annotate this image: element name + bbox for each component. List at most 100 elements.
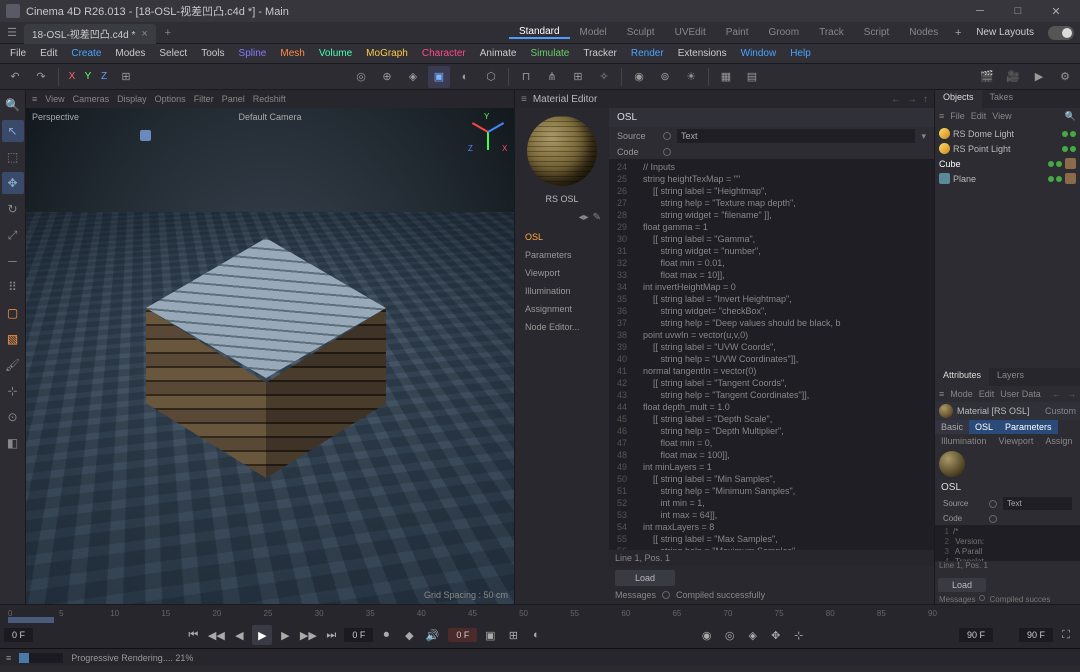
mode-nodes[interactable]: Nodes <box>899 27 948 38</box>
attr-code-editor[interactable]: 1/*2 Version:3 A Parall4 Translat56 Perm… <box>935 525 1080 561</box>
tool-cube-icon[interactable]: ▣ <box>428 66 450 88</box>
attr-tab-basic[interactable]: Basic <box>935 420 969 434</box>
vp-menu-display[interactable]: Display <box>117 94 147 104</box>
tool-12-icon[interactable]: ⊚ <box>654 66 676 88</box>
menu-mograph[interactable]: MoGraph <box>360 48 414 59</box>
source-port-icon[interactable] <box>663 132 671 140</box>
attr-tab-assign[interactable]: Assign <box>1039 434 1078 448</box>
tool-14-icon[interactable]: ▦ <box>715 66 737 88</box>
tab-node-editor[interactable]: Node Editor... <box>519 319 605 335</box>
attr-material-preview[interactable] <box>939 451 965 477</box>
mode-track[interactable]: Track <box>809 27 854 38</box>
menu-tools[interactable]: Tools <box>195 48 230 59</box>
tool-13-icon[interactable]: ☀ <box>680 66 702 88</box>
viewport[interactable]: ≡ View Cameras Display Options Filter Pa… <box>26 90 514 604</box>
menu-edit[interactable]: Edit <box>34 48 63 59</box>
attr-mode[interactable]: Mode <box>950 389 973 399</box>
frame-start[interactable]: 0 F <box>4 628 33 642</box>
timeline-ruler[interactable]: 051015202530354045505560657075808590 <box>0 605 1080 623</box>
menu-animate[interactable]: Animate <box>474 48 523 59</box>
axis-lock-icon[interactable]: ⊞ <box>115 66 137 88</box>
tl-prev-frame-icon[interactable]: ◀ <box>229 625 249 645</box>
close-button[interactable]: ✕ <box>1038 1 1074 21</box>
tab-osl[interactable]: OSL <box>519 229 605 245</box>
menu-tracker[interactable]: Tracker <box>577 48 623 59</box>
menu-character[interactable]: Character <box>416 48 472 59</box>
menu-render[interactable]: Render <box>625 48 670 59</box>
tl-opt3-icon[interactable]: ◐ <box>526 625 546 645</box>
tl-opt2-icon[interactable]: ⊞ <box>503 625 523 645</box>
material-preview[interactable] <box>527 116 597 186</box>
menu-file[interactable]: File <box>4 48 32 59</box>
load-button[interactable]: Load <box>615 570 675 586</box>
tab-illumination[interactable]: Illumination <box>519 283 605 299</box>
tool-points-icon[interactable]: ⠿ <box>2 276 24 298</box>
source-dropdown[interactable]: Text <box>677 129 915 143</box>
maximize-button[interactable]: □ <box>1000 1 1036 21</box>
tl-c3-icon[interactable]: ◈ <box>743 625 763 645</box>
tool-brush-icon[interactable]: 🖌 <box>2 354 24 376</box>
mode-uvedit[interactable]: UVEdit <box>665 27 716 38</box>
attr-load-button[interactable]: Load <box>938 578 986 592</box>
axis-indicator[interactable]: XYZ <box>65 71 111 82</box>
tool-11-icon[interactable]: ◉ <box>628 66 650 88</box>
tl-c1-icon[interactable]: ◉ <box>697 625 717 645</box>
nav-fwd-icon[interactable]: → <box>907 94 917 105</box>
tab-menu-icon[interactable]: ☰ <box>0 22 24 44</box>
tool-axis2-icon[interactable]: ⊹ <box>2 380 24 402</box>
document-tab[interactable]: 18-OSL-视差凹凸.c4d * × <box>24 24 156 44</box>
mode-script[interactable]: Script <box>854 27 900 38</box>
vp-menu-view[interactable]: View <box>45 94 64 104</box>
tool-2-icon[interactable]: ⊕ <box>376 66 398 88</box>
tl-next-key-icon[interactable]: ▶▶ <box>298 625 318 645</box>
menu-select[interactable]: Select <box>153 48 193 59</box>
vp-menu-panel[interactable]: Panel <box>222 94 245 104</box>
mode-sculpt[interactable]: Sculpt <box>617 27 665 38</box>
tool-work-icon[interactable]: ◧ <box>2 432 24 454</box>
object-row[interactable]: Plane <box>939 171 1076 186</box>
frame-end[interactable]: 90 F <box>959 628 993 642</box>
menu-modes[interactable]: Modes <box>109 48 151 59</box>
menu-help[interactable]: Help <box>784 48 817 59</box>
vp-menu-redshift[interactable]: Redshift <box>253 94 286 104</box>
tool-7-icon[interactable]: ⊓ <box>515 66 537 88</box>
tool-edges-icon[interactable]: ▢ <box>2 302 24 324</box>
object-row[interactable]: RS Point Light <box>939 141 1076 156</box>
attr-nav-fwd[interactable]: → <box>1067 389 1076 399</box>
attr-tab-illumination[interactable]: Illumination <box>935 434 993 448</box>
nav-back-icon[interactable]: ← <box>891 94 901 105</box>
attr-tab-viewport[interactable]: Viewport <box>993 434 1040 448</box>
render-2-icon[interactable]: 🎥 <box>1002 66 1024 88</box>
new-layouts-label[interactable]: New Layouts <box>968 27 1042 38</box>
tool-9-icon[interactable]: ⊞ <box>567 66 589 88</box>
render-1-icon[interactable]: 🎬 <box>976 66 998 88</box>
minimize-button[interactable]: ─ <box>962 1 998 21</box>
tool-5-icon[interactable]: ◐ <box>454 66 476 88</box>
vp-menu-filter[interactable]: Filter <box>194 94 214 104</box>
status-menu-icon[interactable]: ≡ <box>6 653 11 663</box>
tl-opt1-icon[interactable]: ▣ <box>480 625 500 645</box>
attr-source-port[interactable] <box>989 500 997 508</box>
obj-menu-view[interactable]: View <box>992 111 1011 121</box>
tl-next-frame-icon[interactable]: ▶ <box>275 625 295 645</box>
object-row[interactable]: RS Dome Light <box>939 126 1076 141</box>
attributes-tab[interactable]: Attributes <box>935 368 989 386</box>
object-tree[interactable]: RS Dome LightRS Point LightCubePlane <box>935 124 1080 188</box>
tl-c2-icon[interactable]: ◎ <box>720 625 740 645</box>
tool-10-icon[interactable]: ✧ <box>593 66 615 88</box>
layout-toggle[interactable] <box>1048 26 1074 40</box>
attr-tab-osl[interactable]: OSL <box>969 420 999 434</box>
layers-tab[interactable]: Layers <box>989 368 1032 386</box>
tool-move-icon[interactable]: ✥ <box>2 172 24 194</box>
attr-code-port[interactable] <box>989 515 997 523</box>
tab-parameters[interactable]: Parameters <box>519 247 605 263</box>
redo-icon[interactable]: ↷ <box>30 66 52 88</box>
tool-1-icon[interactable]: ◎ <box>350 66 372 88</box>
add-tab-button[interactable]: + <box>156 22 180 44</box>
tl-rec-icon[interactable]: ⏺ <box>376 625 396 645</box>
attr-source-val[interactable]: Text <box>1003 497 1072 510</box>
tool-polys-icon[interactable]: ▧ <box>2 328 24 350</box>
tool-scale-icon[interactable]: ⤢ <box>2 224 24 246</box>
render-settings-icon[interactable]: ⚙ <box>1054 66 1076 88</box>
mode-standard[interactable]: Standard <box>509 26 570 39</box>
